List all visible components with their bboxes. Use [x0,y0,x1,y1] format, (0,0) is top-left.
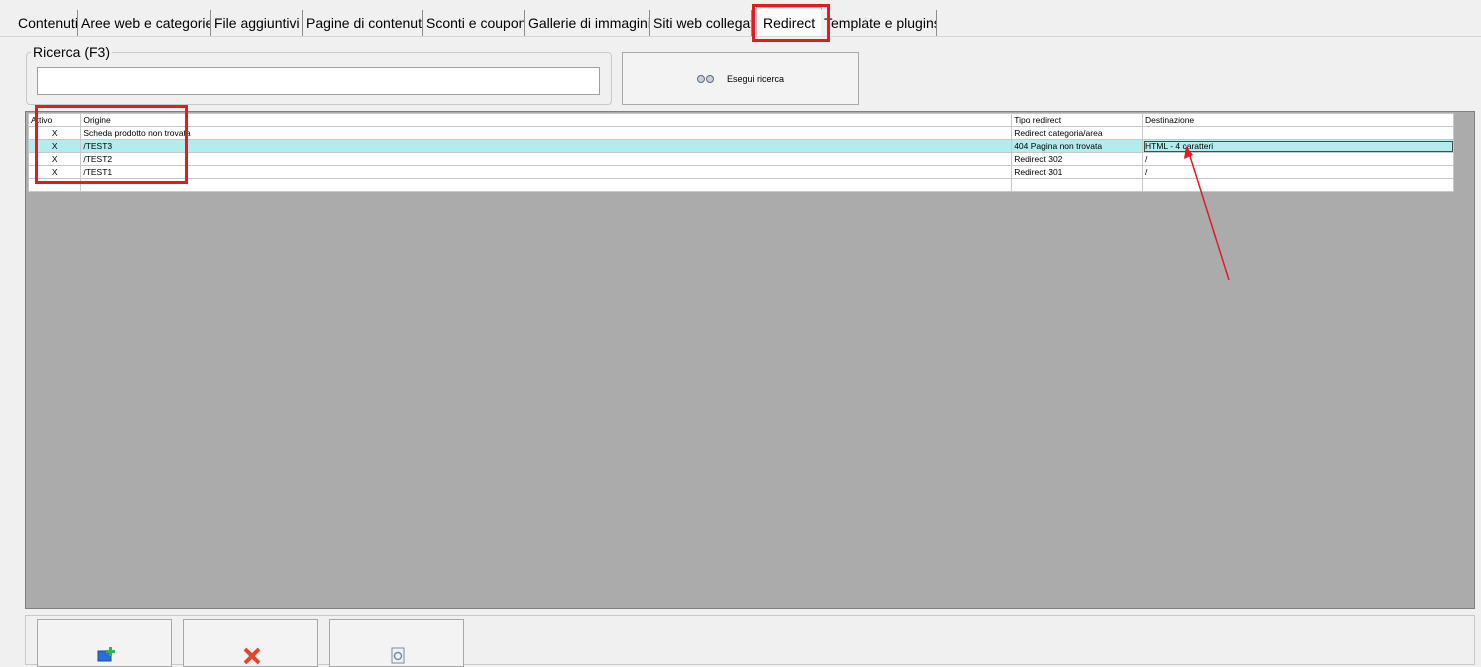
cell-tipo[interactable]: Redirect 301 [1011,165,1144,179]
search-button[interactable]: Esegui ricerca [622,52,859,105]
delete-button[interactable] [183,619,318,667]
tab-siti-web-collegati[interactable]: Siti web collegati [650,10,752,36]
cell-origine[interactable] [80,178,1013,192]
search-legend: Ricerca (F3) [31,44,113,60]
cell-attivo[interactable]: X [27,165,82,179]
cell-origine[interactable]: /TEST1 [80,165,1013,179]
cell-origine[interactable]: Scheda prodotto non trovata [80,126,1013,140]
cell-attivo[interactable]: X [27,126,82,140]
cell-tipo[interactable] [1011,178,1144,192]
tab-redirect[interactable]: Redirect [756,7,822,37]
col-header-origine[interactable]: Origine [80,113,1013,127]
tab-pagine-contenuti[interactable]: Pagine di contenuti [303,10,423,36]
tab-gallerie-immagini[interactable]: Gallerie di immagini [525,10,650,36]
cell-tipo[interactable]: Redirect categoria/area [1011,126,1144,140]
arrow-head [1184,146,1193,159]
arrow-line [1188,152,1230,281]
tab-contenuti[interactable]: Contenuti [15,10,78,36]
cell-tipo[interactable]: 404 Pagina non trovata [1011,139,1144,153]
cell-attivo[interactable]: X [27,139,82,153]
col-header-tipo-redirect[interactable]: Tipo redirect [1011,113,1144,127]
cell-destinazione[interactable] [1142,126,1454,140]
cell-origine[interactable]: /TEST3 [80,139,1013,153]
table-row[interactable]: X Scheda prodotto non trovata Redirect c… [27,126,1454,140]
add-button[interactable] [37,619,172,667]
table-header-row: Attivo Origine Tipo redirect Destinazion… [27,113,1454,127]
cell-attivo[interactable]: X [27,152,82,166]
search-button-label: Esegui ricerca [726,73,785,84]
properties-button[interactable] [329,619,464,667]
tab-strip-divider [0,36,1481,37]
col-header-attivo[interactable]: Attivo [27,113,82,127]
tab-aree-web[interactable]: Aree web e categorie [78,10,211,36]
tab-sconti-coupon[interactable]: Sconti e coupon [423,10,525,36]
annotation-arrow [1184,146,1230,281]
tab-file-aggiuntivi[interactable]: File aggiuntivi [211,10,303,36]
tab-template-plugins[interactable]: Template e plugins [821,10,937,36]
properties-icon [391,647,405,664]
col-header-destinazione[interactable]: Destinazione [1142,113,1454,127]
delete-icon [243,647,261,664]
cell-origine[interactable]: /TEST2 [80,152,1013,166]
search-input[interactable] [37,67,600,95]
add-icon [97,647,115,662]
redirect-table: Attivo Origine Tipo redirect Destinazion… [27,113,1454,192]
cell-tipo[interactable]: Redirect 302 [1011,152,1144,166]
binoculars-icon [696,73,715,85]
cell-attivo[interactable] [27,178,82,192]
